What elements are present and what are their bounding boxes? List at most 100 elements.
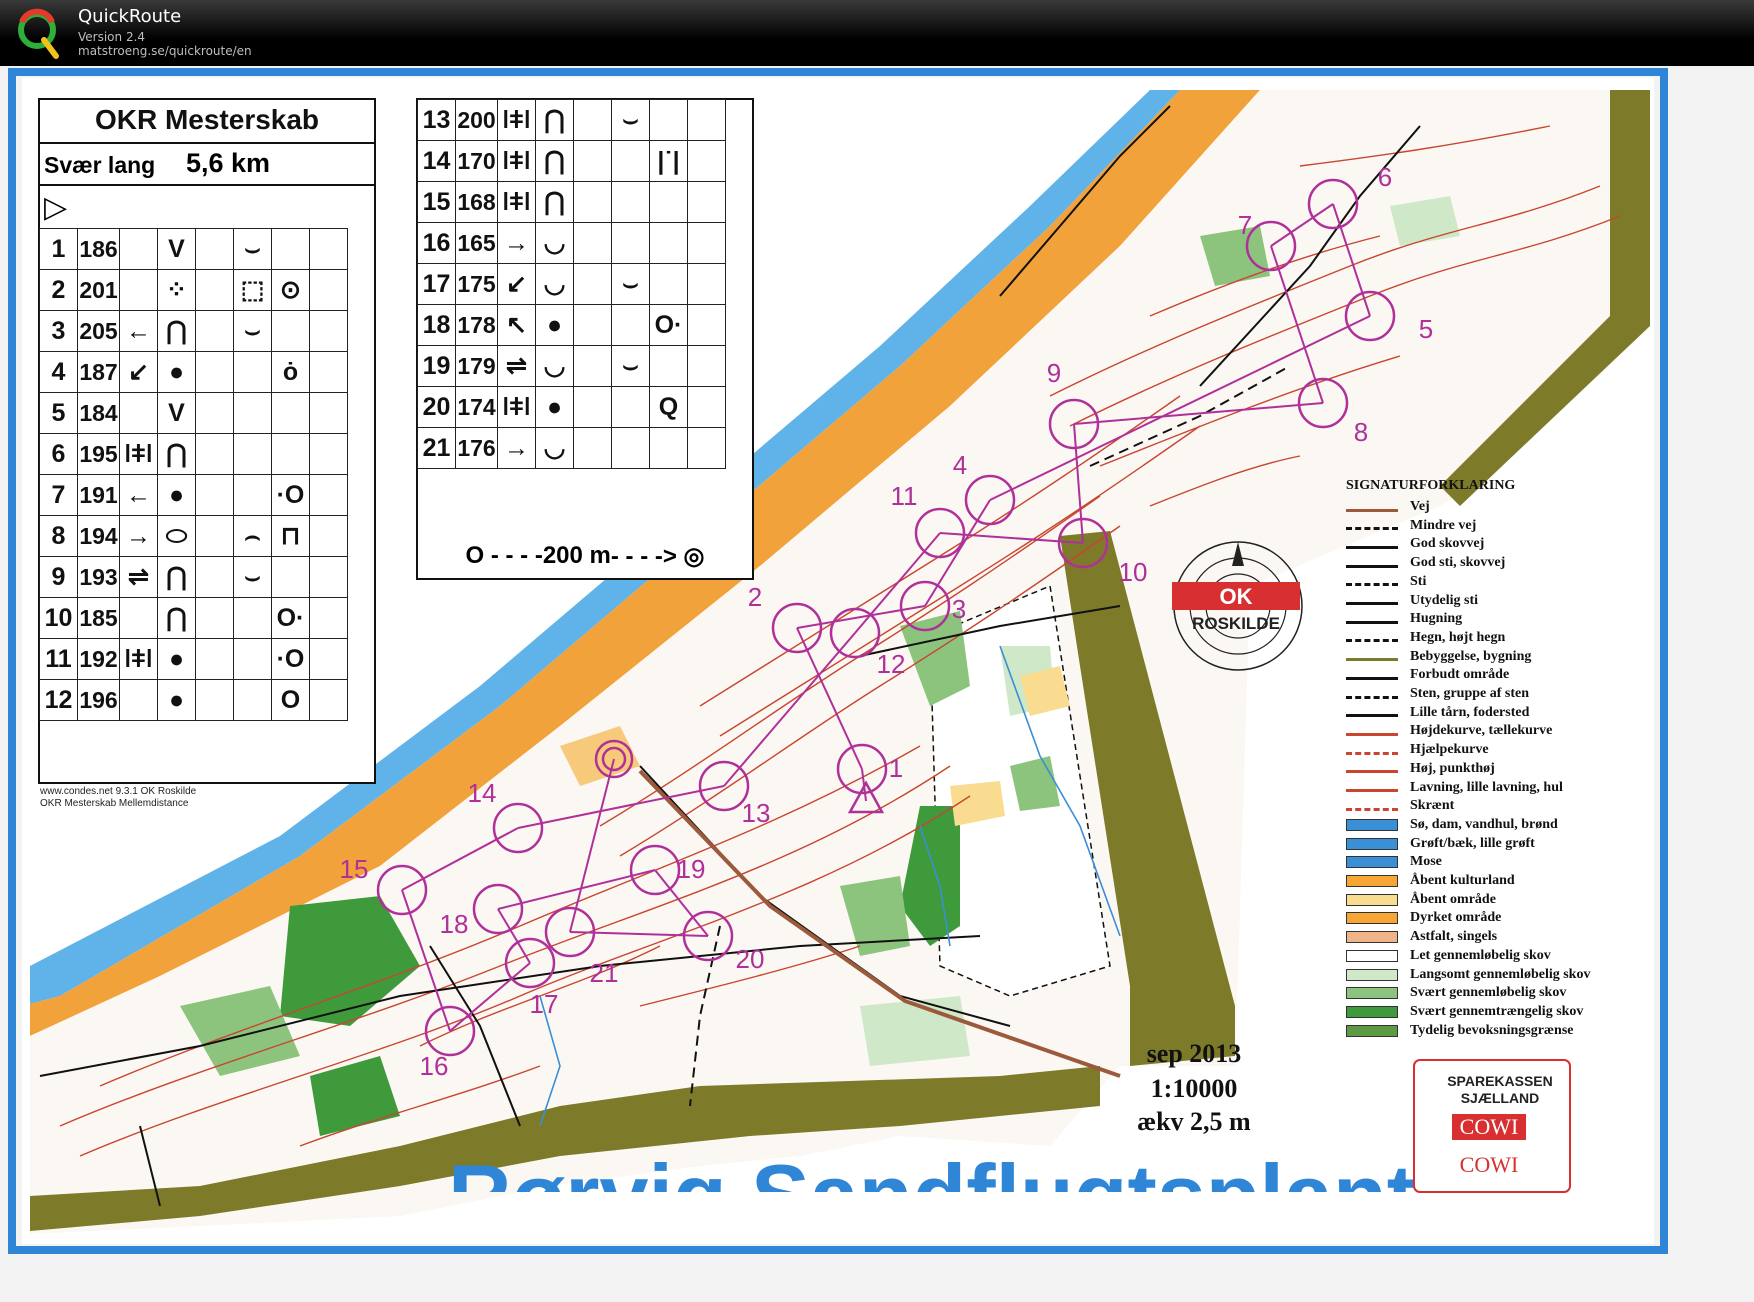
control-code: 178 — [455, 304, 498, 346]
detail-cell — [573, 304, 612, 346]
legend-symbol-icon — [1346, 1024, 1398, 1037]
detail-cell — [195, 310, 234, 352]
control-number-label: 13 — [742, 798, 771, 828]
svg-text:COWI: COWI — [1460, 1114, 1519, 1139]
start-symbol-icon: ▷ — [44, 191, 68, 224]
control-number-label: 20 — [736, 944, 765, 974]
legend-label: Utydelig sti — [1410, 592, 1479, 608]
control-number: 2 — [39, 269, 78, 311]
map-canvas[interactable]: 1 2 3 4 5 6 7 8 9 10 11 12 13 14 15 16 17 18 19 20 21 OK ROS… — [0, 66, 1754, 1302]
position-icon: ⊙ — [271, 269, 310, 311]
control-number: 12 — [39, 679, 78, 721]
legend-label: Vej — [1410, 499, 1430, 514]
legend-symbol-icon — [1346, 727, 1398, 736]
legend-item: Sti — [1346, 573, 1426, 591]
quickroute-logo-icon — [18, 8, 59, 59]
control-number: 20 — [417, 386, 456, 428]
control-code: 196 — [77, 679, 120, 721]
appearance-icon: ⌢ — [233, 515, 272, 557]
legend-label: Langsomt gennemløbelig skov — [1410, 966, 1591, 982]
map-equidistance: ækv 2,5 m — [1137, 1107, 1251, 1136]
legend-symbol-icon — [1346, 503, 1398, 512]
svg-text:COWI: COWI — [1460, 1152, 1519, 1177]
legend-symbol-icon — [1346, 893, 1398, 906]
other-cell — [309, 679, 348, 721]
legend-label: Svært gennemtrængelig skov — [1410, 1003, 1584, 1019]
control-number-label: 21 — [590, 958, 619, 988]
direction-icon: ← — [119, 310, 158, 352]
position-icon — [649, 181, 688, 223]
legend-item: Høj, punkthøj — [1346, 760, 1495, 778]
legend-symbol-icon — [1346, 949, 1398, 962]
detail-cell — [195, 351, 234, 393]
other-cell — [687, 222, 726, 264]
control-number-label: 6 — [1378, 162, 1392, 192]
appearance-icon — [233, 433, 272, 475]
detail-cell — [573, 386, 612, 428]
position-icon — [271, 310, 310, 352]
appearance-icon — [611, 427, 650, 469]
description-row: 10 185 ⋂ O· — [39, 597, 348, 639]
legend-symbol-icon — [1346, 931, 1398, 944]
legend-label: Åbent område — [1410, 891, 1496, 907]
feature-icon: ⋂ — [157, 556, 196, 598]
legend-symbol-icon — [1346, 987, 1398, 1000]
legend-item: Hegn, højt hegn — [1346, 629, 1505, 647]
control-number: 4 — [39, 351, 78, 393]
description-row: 14 170 ǀǂǀ ⋂ |˙| — [417, 140, 726, 182]
description-row: 17 175 ↙ ◡ ⌣ — [417, 263, 726, 305]
app-url[interactable]: matstroeng.se/quickroute/en — [78, 44, 252, 58]
other-cell — [687, 140, 726, 182]
feature-icon: ⁘ — [157, 269, 196, 311]
control-number: 10 — [39, 597, 78, 639]
control-code: 192 — [77, 638, 120, 680]
control-code: 191 — [77, 474, 120, 516]
legend-symbol-icon — [1346, 615, 1398, 624]
control-number-label: 16 — [420, 1051, 449, 1081]
control-number: 19 — [417, 345, 456, 387]
appearance-icon: ⌣ — [233, 556, 272, 598]
legend-label: Astfalt, singels — [1410, 929, 1498, 945]
appearance-icon — [611, 386, 650, 428]
footer-line-1: www.condes.net 9.3.1 OK Roskilde — [40, 786, 197, 797]
control-number-label: 9 — [1047, 358, 1061, 388]
legend-symbol-icon — [1346, 596, 1398, 605]
svg-text:SPAREKASSEN: SPAREKASSEN — [1447, 1073, 1553, 1089]
detail-cell — [573, 99, 612, 141]
svg-text:ROSKILDE: ROSKILDE — [1192, 614, 1280, 633]
position-icon — [271, 556, 310, 598]
control-description-sheet: OKR Mesterskab Svær lang 5,6 km ▷ 1 186 V ⌣… — [38, 98, 376, 784]
control-number: 21 — [417, 427, 456, 469]
legend-item: Sten, gruppe af sten — [1346, 685, 1529, 703]
direction-icon — [119, 679, 158, 721]
control-code: 185 — [77, 597, 120, 639]
description-row: 19 179 ⇌ ◡ ⌣ — [417, 345, 726, 387]
other-cell — [309, 556, 348, 598]
control-number: 9 — [39, 556, 78, 598]
control-number-label: 10 — [1119, 557, 1148, 587]
legend-item: Langsomt gennemløbelig skov — [1346, 966, 1590, 984]
direction-icon: ↖ — [497, 304, 536, 346]
legend-item: Hjælpekurve — [1346, 741, 1489, 759]
legend-symbol-icon — [1346, 521, 1398, 531]
control-description-sheet-2: 13 200 ǀǂǀ ⋂ ⌣ 14 170 ǀǂǀ ⋂ |˙| 15 168 ǀǂǀ ⋂ 16 165 → ◡ 17… — [416, 98, 754, 580]
feature-icon: ⋂ — [157, 597, 196, 639]
appearance-icon: ⌣ — [233, 310, 272, 352]
control-number: 6 — [39, 433, 78, 475]
finish-start-icon: O - - - - — [465, 542, 543, 569]
description-row: 20 174 ǀǂǀ ● Q — [417, 386, 726, 428]
control-number-label: 14 — [468, 778, 497, 808]
legend-symbol-icon — [1346, 802, 1398, 811]
legend-item: Grøft/bæk, lille grøft — [1346, 835, 1535, 853]
legend-label: Let gennemløbelig skov — [1410, 947, 1551, 963]
legend-label: Lavning, lille lavning, hul — [1410, 779, 1563, 795]
control-number: 16 — [417, 222, 456, 264]
legend-item: Svært gennemløbelig skov — [1346, 984, 1566, 1002]
legend-item: God skovvej — [1346, 535, 1484, 553]
legend-label: Svært gennemløbelig skov — [1410, 985, 1567, 1001]
control-number-label: 4 — [953, 450, 967, 480]
control-code: 168 — [455, 181, 498, 223]
legend-title: SIGNATURFORKLARING — [1346, 478, 1516, 493]
legend-label: Mose — [1410, 854, 1442, 870]
legend-item: Åbent kulturland — [1346, 872, 1515, 890]
